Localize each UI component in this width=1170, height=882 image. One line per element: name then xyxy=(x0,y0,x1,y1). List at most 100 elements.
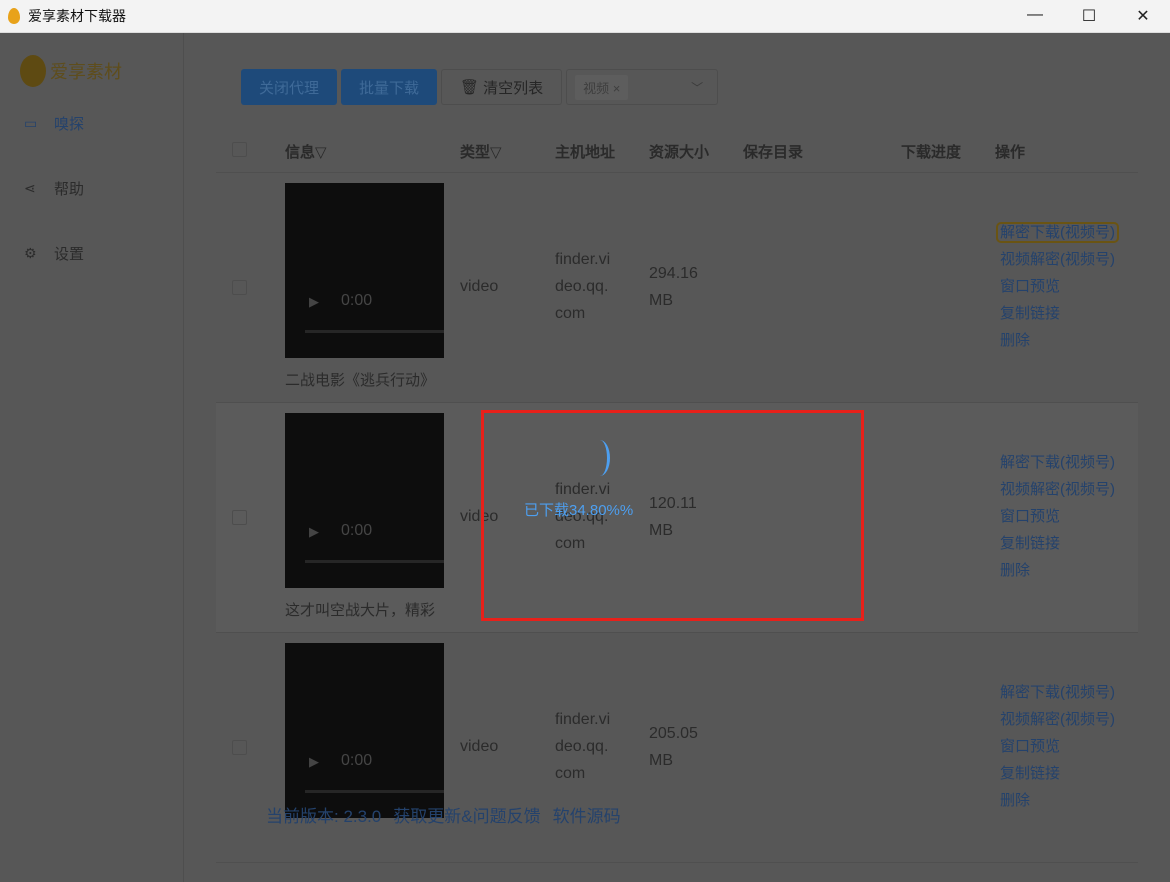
clear-list-label: 清空列表 xyxy=(483,79,544,97)
footer: 当前版本: 2.3.0 获取更新&问题反馈 软件源码 xyxy=(266,802,621,827)
host-line: com xyxy=(555,765,586,782)
video-caption: 这才叫空战大片，精彩 xyxy=(285,602,436,619)
maximize-button[interactable]: ☐ xyxy=(1062,6,1116,26)
filter-tag: 视频 × xyxy=(575,74,629,100)
header-progress: 下载进度 xyxy=(901,144,962,161)
filter-tag-label: 视频 xyxy=(583,80,610,96)
type-filter-select[interactable]: 视频 × ﹀ xyxy=(566,69,719,105)
row-checkbox[interactable] xyxy=(232,510,247,525)
header-type[interactable]: 类型▽ xyxy=(460,141,502,162)
host-cell: finder.vi deo.qq. com xyxy=(555,706,610,787)
size-unit: MB xyxy=(649,292,673,309)
delete-link[interactable]: 删除 xyxy=(1000,557,1115,584)
row-actions: 解密下载(视频号) 视频解密(视频号) 窗口预览 复制链接 删除 xyxy=(1000,449,1115,584)
decrypt-download-link[interactable]: 解密下载(视频号) xyxy=(1000,454,1115,471)
video-seek-bar[interactable] xyxy=(305,560,444,563)
source-code-link[interactable]: 软件源码 xyxy=(553,802,621,827)
close-button[interactable]: ✕ xyxy=(1116,6,1170,26)
row-actions: 解密下载(视频号) 视频解密(视频号) 窗口预览 复制链接 删除 xyxy=(996,219,1119,354)
video-time: 0:00 xyxy=(341,752,373,769)
table-row: ▶ 0:00 二战电影《逃兵行动》 video finder.vi deo.qq. c… xyxy=(216,173,1138,403)
app-logo-icon xyxy=(8,8,20,24)
size-value: 205.05 xyxy=(649,725,698,742)
chevron-down-icon: ﹀ xyxy=(691,80,704,95)
video-seek-bar[interactable] xyxy=(305,330,444,333)
header-save-dir: 保存目录 xyxy=(743,144,804,161)
delete-link[interactable]: 删除 xyxy=(1000,787,1115,814)
video-time: 0:00 xyxy=(341,292,373,309)
feedback-link[interactable]: 获取更新&问题反馈 xyxy=(393,802,540,827)
brand: 爱享素材 xyxy=(20,55,122,87)
sidebar-item-sniff[interactable]: ▭ 嗅探 xyxy=(24,113,84,134)
video-decrypt-link[interactable]: 视频解密(视频号) xyxy=(1000,246,1117,273)
sidebar-item-label: 帮助 xyxy=(54,181,85,198)
row-checkbox[interactable] xyxy=(232,280,247,295)
host-line: deo.qq. xyxy=(555,738,609,755)
video-time: 0:00 xyxy=(341,522,373,539)
row-actions: 解密下载(视频号) 视频解密(视频号) 窗口预览 复制链接 删除 xyxy=(1000,679,1115,814)
header-info[interactable]: 信息▽ xyxy=(285,141,327,162)
video-player[interactable]: ▶ 0:00 xyxy=(285,643,444,818)
play-icon[interactable]: ▶ xyxy=(309,754,319,770)
video-seek-bar[interactable] xyxy=(305,790,444,793)
title-bar: 爱享素材下载器 — ☐ ✕ xyxy=(0,0,1170,33)
video-player[interactable]: ▶ 0:00 xyxy=(285,413,444,588)
type-cell: video xyxy=(460,278,499,295)
row-checkbox[interactable] xyxy=(232,740,247,755)
version-text: 当前版本: 2.3.0 xyxy=(266,807,382,826)
play-icon[interactable]: ▶ xyxy=(309,294,319,310)
window-preview-link[interactable]: 窗口预览 xyxy=(1000,503,1115,530)
decrypt-download-link[interactable]: 解密下载(视频号) xyxy=(996,222,1119,243)
sidebar-item-settings[interactable]: ⚙ 设置 xyxy=(24,243,84,264)
window-preview-link[interactable]: 窗口预览 xyxy=(1000,273,1117,300)
gear-icon: ⚙ xyxy=(24,245,37,261)
play-icon[interactable]: ▶ xyxy=(309,524,319,540)
video-player[interactable]: ▶ 0:00 xyxy=(285,183,444,358)
close-proxy-button[interactable]: 关闭代理 xyxy=(241,69,338,105)
sidebar-item-label: 设置 xyxy=(54,246,85,263)
host-line: com xyxy=(555,305,586,322)
size-cell: 205.05 MB xyxy=(649,720,698,774)
window-preview-link[interactable]: 窗口预览 xyxy=(1000,733,1115,760)
filter-icon[interactable]: ▽ xyxy=(315,144,327,161)
sidebar-item-help[interactable]: ⋖ 帮助 xyxy=(24,178,84,199)
type-cell: video xyxy=(460,738,499,755)
header-host: 主机地址 xyxy=(555,144,616,161)
video-caption: 二战电影《逃兵行动》 xyxy=(285,372,436,389)
sidebar: 爱享素材 ▭ 嗅探 ⋖ 帮助 ⚙ 设置 xyxy=(0,33,184,882)
select-all-checkbox[interactable] xyxy=(232,142,247,157)
table-header: 信息▽ 类型▽ 主机地址 资源大小 保存目录 下载进度 操作 xyxy=(216,133,1138,173)
header-label: 信息 xyxy=(285,144,316,161)
tag-close-icon[interactable]: × xyxy=(613,81,621,96)
copy-link-link[interactable]: 复制链接 xyxy=(1000,530,1115,557)
table-row: ▶ 0:00 video finder.vi deo.qq. com 205.05 MB… xyxy=(216,633,1138,863)
host-line: finder.vi xyxy=(555,711,611,728)
video-decrypt-link[interactable]: 视频解密(视频号) xyxy=(1000,706,1115,733)
sidebar-item-label: 嗅探 xyxy=(54,116,85,133)
size-unit: MB xyxy=(649,752,673,769)
header-actions: 操作 xyxy=(995,144,1026,161)
copy-link-link[interactable]: 复制链接 xyxy=(1000,760,1115,787)
video-decrypt-link[interactable]: 视频解密(视频号) xyxy=(1000,476,1115,503)
clear-list-button[interactable]: 🗑 清空列表 xyxy=(441,69,563,105)
size-value: 294.16 xyxy=(649,265,698,282)
header-label: 类型 xyxy=(460,144,491,161)
host-cell: finder.vi deo.qq. com xyxy=(555,246,610,327)
minimize-button[interactable]: — xyxy=(1008,6,1062,26)
brand-name: 爱享素材 xyxy=(50,62,122,82)
filter-icon[interactable]: ▽ xyxy=(490,144,502,161)
host-line: deo.qq. xyxy=(555,278,609,295)
video-camera-icon: ▭ xyxy=(24,115,38,131)
header-size: 资源大小 xyxy=(649,144,710,161)
batch-download-button[interactable]: 批量下载 xyxy=(341,69,438,105)
host-line: finder.vi xyxy=(555,251,611,268)
decrypt-download-link[interactable]: 解密下载(视频号) xyxy=(1000,684,1115,701)
brand-logo-icon xyxy=(20,55,46,87)
trash-icon: 🗑 xyxy=(460,79,480,96)
window-title: 爱享素材下载器 xyxy=(28,8,126,24)
delete-link[interactable]: 删除 xyxy=(1000,327,1117,354)
share-icon: ⋖ xyxy=(24,180,36,196)
copy-link-link[interactable]: 复制链接 xyxy=(1000,300,1117,327)
highlight-box xyxy=(481,410,864,621)
size-cell: 294.16 MB xyxy=(649,260,698,314)
